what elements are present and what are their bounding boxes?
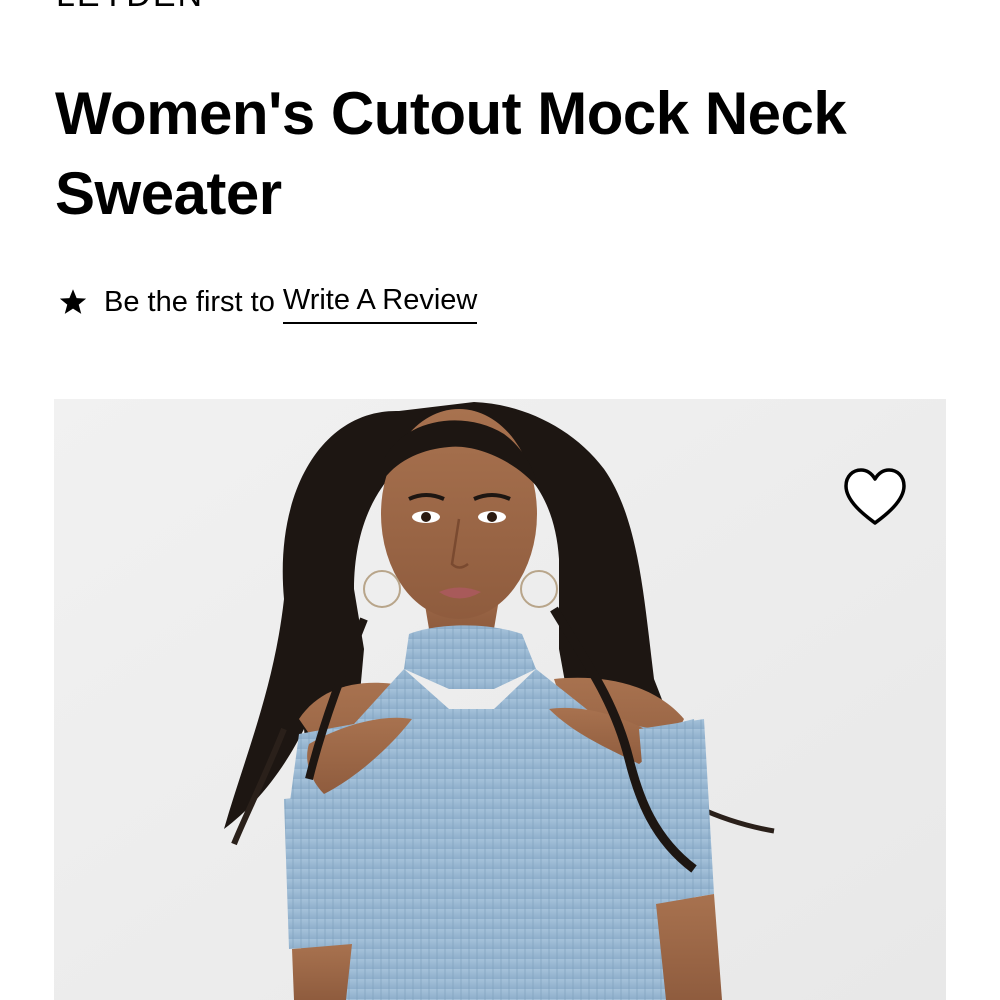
rating-row: Be the first to Write A Review bbox=[58, 280, 478, 324]
product-photo bbox=[54, 399, 946, 1000]
product-page: LEYDEN Women's Cutout Mock Neck Sweater … bbox=[0, 0, 1000, 1000]
write-review-link[interactable]: Write A Review bbox=[282, 280, 478, 324]
star-icon bbox=[58, 287, 88, 317]
heart-outline-icon bbox=[844, 468, 906, 525]
product-title: Women's Cutout Mock Neck Sweater bbox=[55, 80, 847, 227]
wishlist-button[interactable] bbox=[840, 465, 910, 531]
brand-name[interactable]: LEYDEN bbox=[56, 0, 204, 12]
product-image[interactable] bbox=[54, 399, 946, 1000]
review-prompt-text: Be the first to bbox=[104, 286, 275, 318]
